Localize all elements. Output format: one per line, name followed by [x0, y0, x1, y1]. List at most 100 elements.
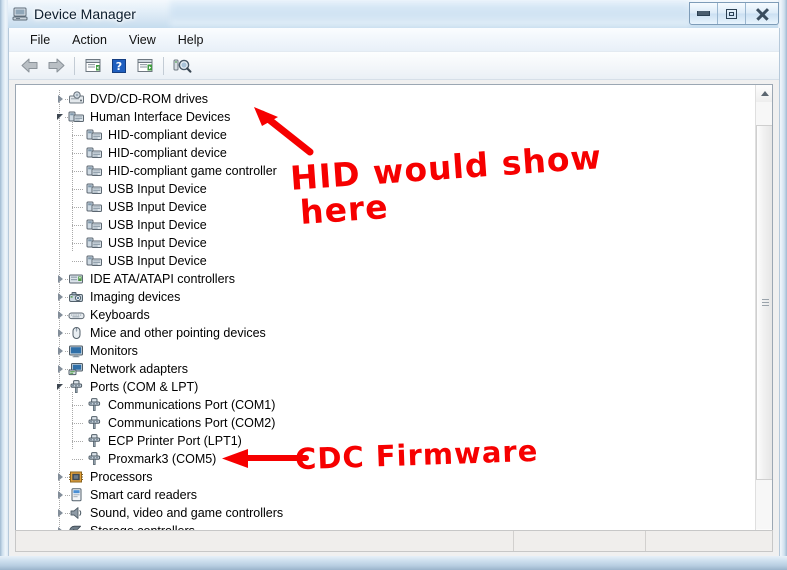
- menu-action[interactable]: Action: [61, 30, 118, 50]
- title-bar[interactable]: Device Manager: [0, 0, 787, 28]
- vertical-scrollbar[interactable]: [755, 85, 772, 546]
- tree-connector-stub: [72, 459, 84, 460]
- tree-connector-stub: [72, 189, 84, 190]
- camera-icon: [68, 289, 85, 305]
- update-driver-button[interactable]: [132, 54, 158, 78]
- tree-connector-stub: [72, 405, 84, 406]
- hid-icon: [86, 199, 103, 215]
- tree-item-label: Smart card readers: [90, 488, 197, 502]
- scan-hardware-button[interactable]: [169, 54, 195, 78]
- update-driver-icon: [137, 58, 153, 72]
- triangle-down-icon: [57, 114, 63, 120]
- close-button[interactable]: [746, 3, 778, 24]
- annotation-hid-line2: here: [298, 186, 390, 233]
- menu-file[interactable]: File: [19, 30, 61, 50]
- hid-icon: [86, 127, 103, 143]
- speaker-icon: [68, 505, 85, 521]
- tree-item-label: Ports (COM & LPT): [90, 380, 199, 394]
- hid-icon: [86, 217, 103, 233]
- hid-icon: [86, 145, 103, 161]
- device-manager-icon: [11, 5, 29, 23]
- tree-item-label: Mice and other pointing devices: [90, 326, 266, 340]
- device-manager-window: Device Manager File Action View Help ? D…: [0, 0, 787, 570]
- triangle-right-icon: [57, 311, 63, 319]
- port-icon: [68, 379, 85, 395]
- tree-connector-stub: [72, 171, 84, 172]
- question-mark-icon: ?: [112, 58, 126, 73]
- triangle-right-icon: [57, 347, 63, 355]
- scroll-up-arrow-icon: [760, 91, 769, 96]
- triangle-right-icon: [57, 509, 63, 517]
- client-area: File Action View Help ? DVD/CD-ROM drive…: [8, 28, 780, 556]
- tree-item-label: USB Input Device: [108, 236, 207, 250]
- tree-connector-stub: [72, 261, 84, 262]
- window-title: Device Manager: [34, 6, 136, 22]
- minimize-button[interactable]: [690, 3, 718, 24]
- port-icon: [86, 415, 103, 431]
- tree-item-label: USB Input Device: [108, 200, 207, 214]
- tree-item-label: IDE ATA/ATAPI controllers: [90, 272, 235, 286]
- title-bar-glass: [170, 0, 690, 26]
- tree-item-label: HID-compliant game controller: [108, 164, 277, 178]
- triangle-right-icon: [57, 365, 63, 373]
- monitor-icon: [68, 343, 85, 359]
- toolbar-separator: [74, 56, 75, 75]
- menu-help[interactable]: Help: [167, 30, 215, 50]
- triangle-down-icon: [57, 384, 63, 390]
- dvd-drive-icon: [68, 91, 85, 107]
- scroll-up-button[interactable]: [756, 85, 772, 102]
- scroll-thumb[interactable]: [756, 125, 772, 480]
- triangle-right-icon: [57, 275, 63, 283]
- window-frame-bottom: [0, 556, 787, 570]
- hid-icon: [86, 253, 103, 269]
- tree-connector-stub: [72, 243, 84, 244]
- hid-icon: [86, 181, 103, 197]
- tree-item-label: USB Input Device: [108, 254, 207, 268]
- tree-item-label: HID-compliant device: [108, 146, 227, 160]
- smartcard-icon: [68, 487, 85, 503]
- tree-item-label: Processors: [90, 470, 153, 484]
- properties-button[interactable]: [80, 54, 106, 78]
- maximize-button[interactable]: [718, 3, 746, 24]
- mouse-icon: [68, 325, 85, 341]
- tree-connector-stub: [72, 225, 84, 226]
- forward-button[interactable]: [43, 54, 69, 78]
- processor-icon: [68, 469, 85, 485]
- tree-item-label: USB Input Device: [108, 218, 207, 232]
- triangle-right-icon: [57, 491, 63, 499]
- tree-item-label: Keyboards: [90, 308, 150, 322]
- tree-item-label: HID-compliant device: [108, 128, 227, 142]
- tree-item-label: Communications Port (COM2): [108, 416, 276, 430]
- status-cell-3: [646, 531, 772, 551]
- tree-item-label: USB Input Device: [108, 182, 207, 196]
- back-button[interactable]: [17, 54, 43, 78]
- forward-arrow-icon: [48, 58, 65, 73]
- tree-item-label: ECP Printer Port (LPT1): [108, 434, 242, 448]
- status-bar: [15, 530, 773, 552]
- svg-text:?: ?: [116, 60, 122, 73]
- close-icon: [756, 8, 769, 20]
- scroll-grip-icon: [762, 298, 769, 307]
- triangle-right-icon: [57, 95, 63, 103]
- tree-child-connector-line: [72, 392, 73, 450]
- triangle-right-icon: [57, 293, 63, 301]
- menu-view[interactable]: View: [118, 30, 167, 50]
- hid-icon: [86, 235, 103, 251]
- window-frame-left: [0, 0, 8, 570]
- toolbar: ?: [9, 52, 779, 80]
- tree-connector-stub: [72, 135, 84, 136]
- toolbar-separator-2: [163, 56, 164, 75]
- window-controls: [689, 2, 779, 25]
- ide-controller-icon: [68, 271, 85, 287]
- hid-icon: [86, 163, 103, 179]
- keyboard-icon: [68, 307, 85, 323]
- back-arrow-icon: [21, 58, 38, 73]
- port-icon: [86, 397, 103, 413]
- help-button[interactable]: ?: [106, 54, 132, 78]
- tree-item-label: DVD/CD-ROM drives: [90, 92, 209, 106]
- menu-bar: File Action View Help: [9, 28, 779, 52]
- tree-child-connector-line: [72, 122, 73, 252]
- status-text: [16, 531, 514, 551]
- hid-icon: [68, 109, 85, 125]
- tree-item-label: Network adapters: [90, 362, 188, 376]
